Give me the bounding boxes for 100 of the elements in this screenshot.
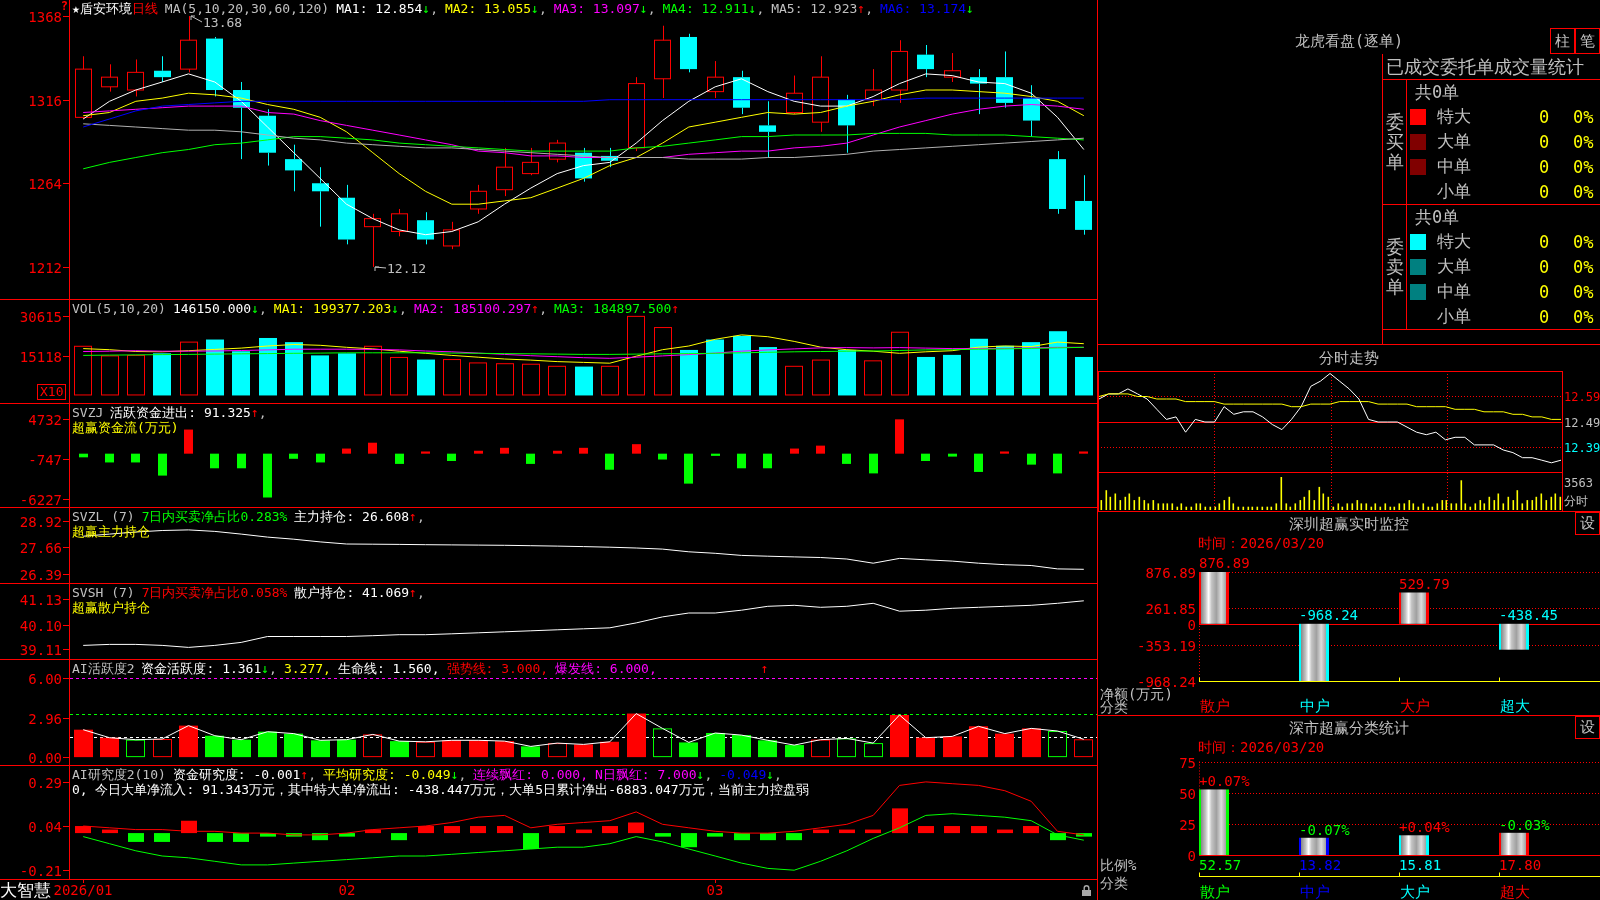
volume-bar: [601, 365, 619, 396]
y-axis-label: 6.00: [28, 670, 62, 687]
candlestick: [786, 75, 803, 115]
y-axis-label: 876.89: [1145, 564, 1196, 581]
volume-bar: [970, 338, 988, 396]
research-bar: [286, 833, 302, 837]
y-axis-label: -353.19: [1137, 637, 1196, 654]
fund-flow-bar: [632, 444, 641, 454]
research-bar: [971, 826, 987, 834]
unit-label: X10: [37, 384, 67, 400]
legend-value: MA(5,10,20,30,60,120): [164, 1, 330, 16]
candlestick: [733, 70, 750, 115]
candlestick: [865, 68, 882, 107]
legend-value: 7日内买卖净占比0.283%: [141, 509, 288, 524]
fund-flow-bar: [658, 453, 667, 460]
y-axis-label: 12.49: [1564, 415, 1600, 430]
candlestick: [759, 100, 776, 159]
view-toggle-button[interactable]: 笔: [1575, 28, 1600, 54]
fund-flow-bar: [763, 453, 772, 469]
research-bar: [576, 829, 592, 834]
y-axis-label: 75: [1179, 756, 1196, 771]
order-count: 0: [1537, 281, 1551, 302]
candlestick: [443, 221, 460, 250]
research-bar: [813, 829, 829, 834]
y-axis-label: 40.10: [19, 617, 62, 634]
lock-icon: [1082, 884, 1091, 896]
y-axis-label: 0.04: [28, 818, 62, 835]
data-label: 13.82: [1299, 857, 1342, 873]
fund-flow-bar: [605, 453, 614, 470]
candlestick: [601, 147, 618, 168]
volume-bar: [101, 355, 119, 396]
y-axis-label: 28.92: [19, 513, 62, 530]
order-share: 0%: [1573, 306, 1594, 327]
y-axis-label: 12.39: [1564, 440, 1600, 455]
activity-bar: [258, 731, 277, 758]
volume-bar: [996, 345, 1014, 396]
legend-value: 散户持仓: 41.069: [294, 585, 410, 600]
y-axis-label: 4732: [28, 411, 62, 428]
candlestick: [496, 147, 513, 197]
research-bar: [444, 826, 460, 834]
order-count: 0: [1537, 156, 1551, 177]
fund-flow-bar: [105, 453, 114, 463]
category-label: 中户: [1300, 697, 1330, 715]
order-share: 0%: [1573, 131, 1594, 152]
activity-bar: [969, 726, 988, 758]
fund-flow-bar: [684, 453, 693, 484]
research-bar: [1050, 833, 1066, 841]
candlestick: [838, 94, 855, 154]
settings-button[interactable]: 设: [1575, 716, 1600, 739]
volume-bar: [364, 345, 382, 396]
legend-value: MA2: 13.055: [444, 1, 532, 16]
candlestick: [707, 60, 724, 99]
activity-bar: [653, 728, 672, 758]
indicator-caption: 0, 今日大单净流入: 91.343万元，其中特大单净流出: -438.447万元，大单5日累计净出-6883.047万元，当前主力控盘弱: [72, 782, 809, 797]
fund-flow-bar: [553, 450, 562, 454]
legend-value: MA4: 12.911: [662, 1, 749, 16]
activity-bar: [732, 735, 751, 758]
fund-flow-bar: [869, 453, 878, 474]
fund-flow-bar: [579, 447, 588, 454]
fund-flow-bar: [974, 453, 983, 472]
candlestick: [891, 39, 908, 104]
research-bar: [734, 833, 750, 841]
order-size-label: 特大: [1437, 230, 1472, 253]
settings-button[interactable]: 设: [1575, 512, 1600, 535]
activity-bar: [785, 745, 804, 758]
volume-bar: [759, 347, 777, 396]
volume-bar: [680, 349, 698, 396]
trend-arrow: ↓,: [748, 1, 765, 16]
activity-bar: [837, 738, 856, 758]
trend-arrow: ↑,: [409, 585, 425, 600]
legend-value: SVZJ: [72, 405, 104, 420]
group-label: 委卖单: [1385, 237, 1404, 297]
trend-arrow: ↓,: [639, 1, 656, 16]
order-total: 共0单: [1414, 206, 1461, 229]
view-toggle-button[interactable]: 柱: [1550, 28, 1575, 54]
y-axis-label: 39.11: [19, 641, 62, 658]
trend-arrow: ↑,: [531, 301, 547, 316]
order-size-label: 中单: [1437, 280, 1472, 303]
y-axis-label: 261.85: [1145, 600, 1196, 617]
share-bar: [1299, 837, 1329, 855]
legend-value: 7日内买卖净占比0.058%: [141, 585, 288, 600]
net-amount-bar: [1499, 623, 1529, 650]
research-bar: [312, 833, 328, 841]
candlestick: [206, 36, 223, 97]
activity-bar: [1074, 739, 1093, 758]
share-bar: [1199, 789, 1229, 855]
y-axis-label: 2.96: [28, 710, 62, 727]
fund-flow-bar: [1079, 451, 1088, 454]
fund-flow-bar: [737, 453, 746, 469]
data-label: -968.24: [1299, 606, 1358, 623]
y-axis-label: 0: [1187, 847, 1196, 864]
research-bar: [1023, 826, 1039, 834]
trend-arrow: ↓,: [531, 1, 547, 16]
y-axis-label: 0: [1187, 616, 1196, 633]
fund-flow-bar: [447, 453, 456, 461]
fund-flow-bar: [263, 453, 272, 498]
legend-value: MA3: 13.097: [553, 1, 640, 16]
fund-flow-bar: [842, 453, 851, 464]
y-axis-label: 27.66: [19, 539, 62, 556]
y-axis-label: 1212: [28, 259, 62, 276]
